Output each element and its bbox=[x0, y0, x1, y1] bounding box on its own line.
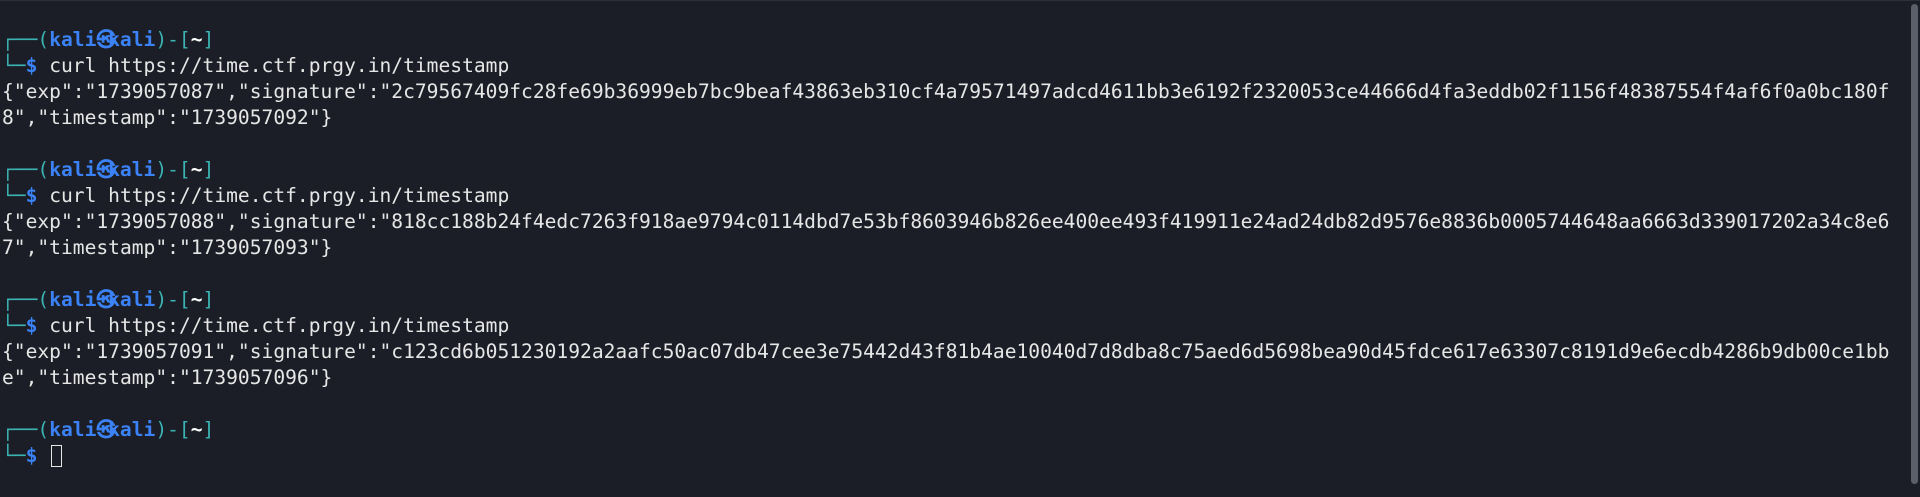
command-output: {"exp":"1739057087","signature":"2c79567… bbox=[2, 80, 1890, 129]
prompt-header: ┌──(kali㉿kali)-[~] bbox=[2, 158, 215, 181]
kali-at-icon: ㉿ bbox=[96, 418, 116, 441]
command-output: {"exp":"1739057091","signature":"c123cd6… bbox=[2, 340, 1890, 389]
prompt-cwd: ~ bbox=[190, 28, 203, 51]
command-output: {"exp":"1739057088","signature":"818cc18… bbox=[2, 210, 1890, 259]
prompt-cwd: ~ bbox=[190, 158, 203, 181]
kali-at-icon: ㉿ bbox=[96, 158, 116, 181]
command-text: curl https://time.ctf.prgy.in/timestamp bbox=[49, 314, 510, 337]
prompt-user: kali bbox=[49, 418, 97, 441]
active-prompt[interactable]: ┌──(kali㉿kali)-[~] └─$ bbox=[2, 417, 1920, 469]
text-cursor[interactable] bbox=[51, 445, 63, 467]
command-line: └─$ curl https://time.ctf.prgy.in/timest… bbox=[2, 184, 510, 207]
prompt-cwd: ~ bbox=[190, 418, 203, 441]
prompt-cwd: ~ bbox=[190, 288, 203, 311]
prompt-header: ┌──(kali㉿kali)-[~] bbox=[2, 288, 215, 311]
prompt-symbol: $ bbox=[25, 314, 38, 337]
terminal-entry: ┌──(kali㉿kali)-[~] └─$ curl https://time… bbox=[2, 27, 1920, 131]
prompt-host: kali bbox=[108, 158, 156, 181]
prompt-user: kali bbox=[49, 288, 97, 311]
prompt-user: kali bbox=[49, 28, 97, 51]
kali-at-icon: ㉿ bbox=[96, 28, 116, 51]
prompt-host: kali bbox=[108, 28, 156, 51]
command-line: └─$ curl https://time.ctf.prgy.in/timest… bbox=[2, 314, 510, 337]
prompt-user: kali bbox=[49, 158, 97, 181]
prompt-host: kali bbox=[108, 288, 156, 311]
command-line: └─$ curl https://time.ctf.prgy.in/timest… bbox=[2, 54, 510, 77]
kali-at-icon: ㉿ bbox=[96, 288, 116, 311]
command-text: curl https://time.ctf.prgy.in/timestamp bbox=[49, 54, 510, 77]
prompt-header: ┌──(kali㉿kali)-[~] bbox=[2, 418, 215, 441]
terminal-entry: ┌──(kali㉿kali)-[~] └─$ curl https://time… bbox=[2, 157, 1920, 261]
prompt-host: kali bbox=[108, 418, 156, 441]
vertical-scrollbar[interactable] bbox=[1911, 4, 1918, 484]
terminal-entry: ┌──(kali㉿kali)-[~] └─$ curl https://time… bbox=[2, 287, 1920, 391]
prompt-symbol: $ bbox=[25, 444, 38, 467]
window-top-border bbox=[0, 0, 1920, 1]
input-line[interactable]: └─$ bbox=[2, 443, 1920, 469]
prompt-symbol: $ bbox=[25, 184, 38, 207]
prompt-header: ┌──(kali㉿kali)-[~] bbox=[2, 28, 215, 51]
terminal-window[interactable]: ┌──(kali㉿kali)-[~] └─$ curl https://time… bbox=[0, 0, 1920, 497]
prompt-symbol: $ bbox=[25, 54, 38, 77]
command-text: curl https://time.ctf.prgy.in/timestamp bbox=[49, 184, 510, 207]
